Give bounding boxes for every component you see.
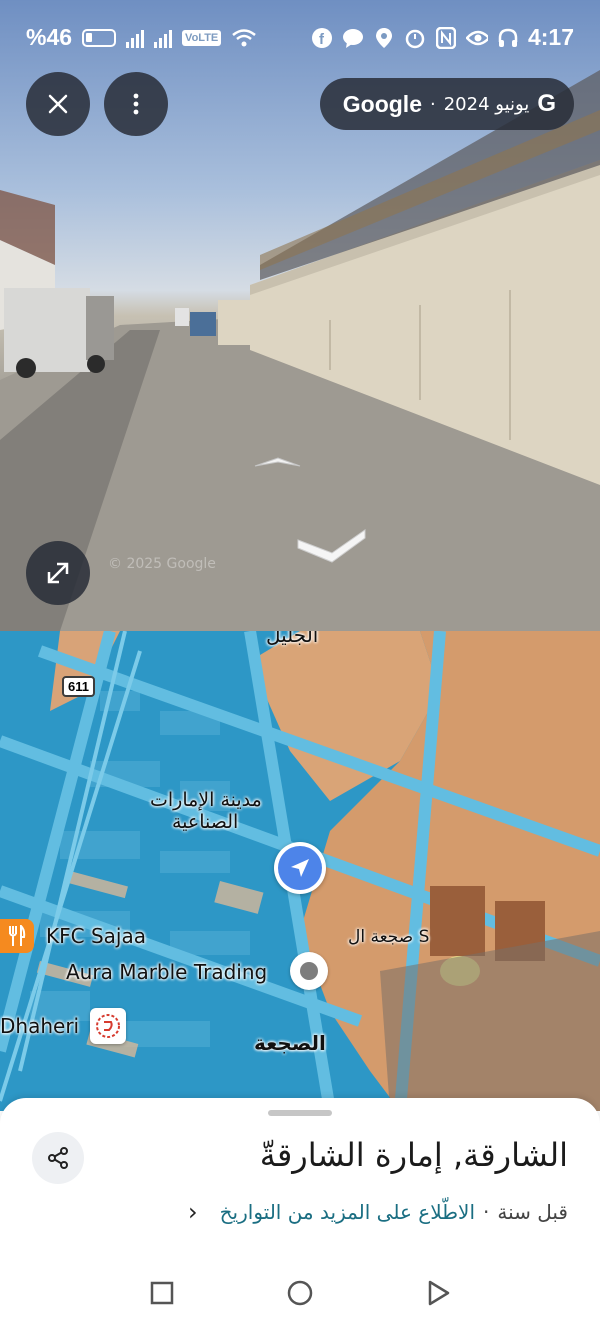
back-button[interactable] <box>418 1273 458 1313</box>
map-label-aura[interactable]: Aura Marble Trading <box>66 960 267 984</box>
more-dates-link[interactable]: الاطّلاع على المزيد من التواريخ <box>220 1200 475 1224</box>
map-label-sajaa-s: صجعة ال S <box>348 927 430 947</box>
signal-2-icon <box>154 28 173 48</box>
date-row: قبل سنة · الاطّلاع على المزيد من التواري… <box>188 1198 568 1226</box>
restaurant-pin-icon[interactable] <box>0 919 34 953</box>
copyright-watermark: © 2025 Google <box>108 556 216 572</box>
battery-percent: %46 <box>26 24 73 50</box>
nfc-icon <box>435 26 457 49</box>
map-label-industrial-city: مدينة الإمارات <box>150 789 262 811</box>
chevron-left-icon[interactable]: ‹ <box>188 1198 198 1226</box>
clock: 4:17 <box>527 24 574 50</box>
street-view-panorama[interactable]: G يونيو 2024 · Google © 2025 Google <box>0 0 600 631</box>
battery-icon <box>82 28 117 47</box>
headphones-icon <box>497 27 519 49</box>
more-vertical-icon <box>133 93 139 115</box>
google-g-icon: G <box>537 90 556 117</box>
close-icon <box>48 94 68 114</box>
date-separator: · <box>430 93 436 115</box>
road-shield: 611 <box>62 676 95 697</box>
expand-button[interactable] <box>26 541 90 605</box>
map-label-kfc[interactable]: KFC Sajaa <box>46 924 146 948</box>
fork-knife-icon <box>9 925 26 946</box>
logo-badge-icon <box>96 1014 120 1038</box>
date-separator-dot: · <box>483 1200 490 1224</box>
current-location-button[interactable] <box>274 842 326 894</box>
more-options-button[interactable] <box>104 72 168 136</box>
eye-icon <box>465 27 488 49</box>
map-label-industrial-city-2: الصناعية <box>172 811 239 833</box>
back-triangle-icon <box>428 1280 450 1306</box>
home-button[interactable] <box>280 1273 320 1313</box>
poi-dot-icon <box>300 962 318 980</box>
date-ago: قبل سنة <box>497 1200 568 1224</box>
messenger-icon <box>342 27 364 49</box>
location-icon <box>373 27 395 49</box>
expand-icon <box>47 562 69 584</box>
recents-icon <box>150 1281 174 1305</box>
status-bar: %46 VoLTE f 4:17 <box>0 0 600 78</box>
home-icon <box>287 1280 313 1306</box>
navigation-arrow-icon <box>291 859 309 877</box>
facebook-icon: f <box>311 27 333 49</box>
drag-handle[interactable] <box>268 1110 332 1116</box>
map-label-jaleel: الجليل <box>266 631 319 647</box>
imagery-date-pill[interactable]: G يونيو 2024 · Google <box>320 78 574 130</box>
poi-marker[interactable] <box>290 952 328 990</box>
map-label-sajaa: الصجعة <box>254 1031 326 1055</box>
system-nav-bar <box>0 1260 600 1326</box>
location-arrow-bg <box>278 846 322 890</box>
recents-button[interactable] <box>142 1273 182 1313</box>
business-logo-icon[interactable] <box>90 1008 126 1044</box>
share-button[interactable] <box>32 1132 84 1184</box>
share-icon <box>48 1147 68 1169</box>
signal-icon <box>126 28 145 48</box>
map-label-dhaheri[interactable]: Dhaheri <box>0 1014 79 1038</box>
google-brand: Google <box>342 90 422 117</box>
bottom-sheet[interactable]: الشارقة, إمارة الشارقةّ قبل سنة · الاطّل… <box>0 1098 600 1326</box>
close-button[interactable] <box>26 72 90 136</box>
wifi-icon <box>232 28 257 46</box>
place-title: الشارقة, إمارة الشارقةّ <box>259 1136 568 1174</box>
capture-date: يونيو 2024 <box>443 93 530 115</box>
volte-badge: VoLTE <box>182 29 222 46</box>
alarm-icon <box>404 27 426 49</box>
